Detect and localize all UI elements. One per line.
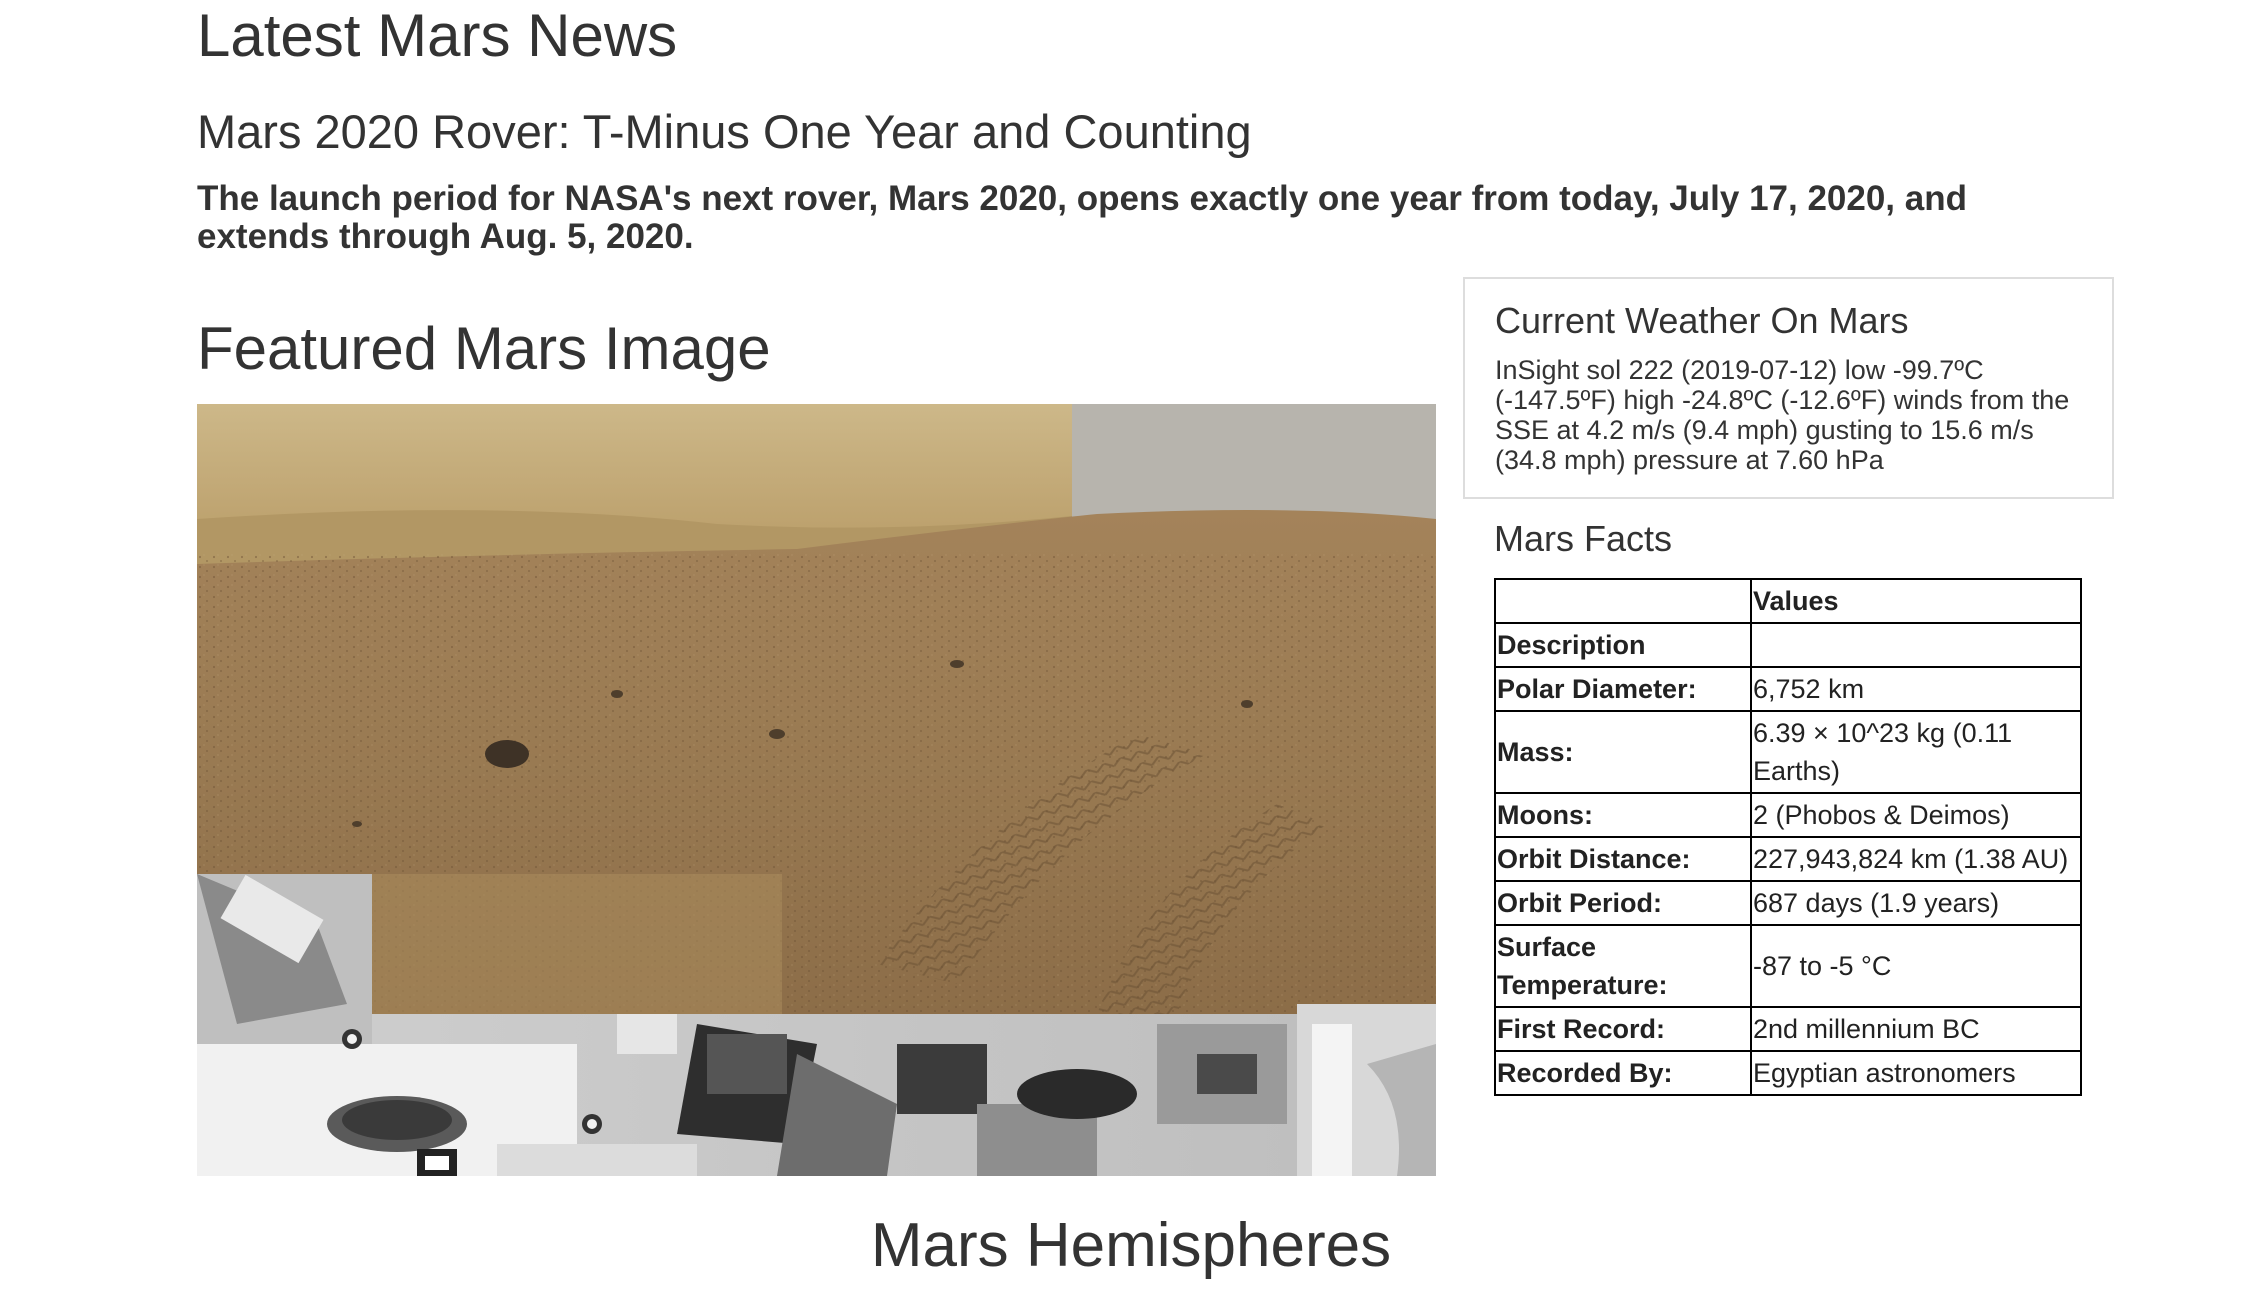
- news-title: Mars 2020 Rover: T-Minus One Year and Co…: [197, 105, 1252, 158]
- fact-value: [1750, 622, 2082, 668]
- fact-label: Orbit Distance:: [1494, 836, 1752, 882]
- table-row: Mass: 6.39 × 10^23 kg (0.11 Earths): [1494, 710, 2082, 794]
- fact-value: 6,752 km: [1750, 666, 2082, 712]
- fact-label: Description: [1494, 622, 1752, 668]
- fact-label: Recorded By:: [1494, 1050, 1752, 1096]
- fact-value: -87 to -5 °C: [1750, 924, 2082, 1008]
- table-row: Description: [1494, 622, 2082, 668]
- fact-label: Surface Temperature:: [1494, 924, 1752, 1008]
- mars-facts-heading: Mars Facts: [1494, 518, 1673, 559]
- facts-header-blank: [1494, 578, 1752, 624]
- table-row: Recorded By: Egyptian astronomers: [1494, 1050, 2082, 1096]
- featured-mars-image: [197, 404, 1436, 1176]
- news-paragraph: The launch period for NASA's next rover,…: [197, 179, 1967, 256]
- table-row: Surface Temperature: -87 to -5 °C: [1494, 924, 2082, 1008]
- table-row: Orbit Period: 687 days (1.9 years): [1494, 880, 2082, 926]
- latest-news-heading: Latest Mars News: [197, 2, 678, 69]
- fact-label: First Record:: [1494, 1006, 1752, 1052]
- mars-hemispheres-heading: Mars Hemispheres: [870, 1211, 1392, 1280]
- weather-title: Current Weather On Mars: [1495, 300, 1909, 341]
- fact-value: 227,943,824 km (1.38 AU): [1750, 836, 2082, 882]
- table-row: Moons: 2 (Phobos & Deimos): [1494, 792, 2082, 838]
- table-row: Orbit Distance: 227,943,824 km (1.38 AU): [1494, 836, 2082, 882]
- featured-image-heading: Featured Mars Image: [197, 315, 771, 382]
- fact-value: Egyptian astronomers: [1750, 1050, 2082, 1096]
- fact-value: 2 (Phobos & Deimos): [1750, 792, 2082, 838]
- fact-label: Mass:: [1494, 710, 1752, 794]
- weather-report: InSight sol 222 (2019-07-12) low -99.7ºC…: [1495, 355, 2070, 475]
- table-row: Polar Diameter: 6,752 km: [1494, 666, 2082, 712]
- fact-value: 2nd millennium BC: [1750, 1006, 2082, 1052]
- mars-facts-table: Values Description Polar Diameter: 6,752…: [1494, 578, 2082, 1096]
- fact-label: Polar Diameter:: [1494, 666, 1752, 712]
- facts-header-row: Values: [1494, 578, 2082, 624]
- current-weather-panel: Current Weather On Mars InSight sol 222 …: [1463, 277, 2114, 499]
- facts-header-values: Values: [1750, 578, 2082, 624]
- fact-label: Orbit Period:: [1494, 880, 1752, 926]
- table-row: First Record: 2nd millennium BC: [1494, 1006, 2082, 1052]
- fact-label: Moons:: [1494, 792, 1752, 838]
- fact-value: 687 days (1.9 years): [1750, 880, 2082, 926]
- fact-value: 6.39 × 10^23 kg (0.11 Earths): [1750, 710, 2082, 794]
